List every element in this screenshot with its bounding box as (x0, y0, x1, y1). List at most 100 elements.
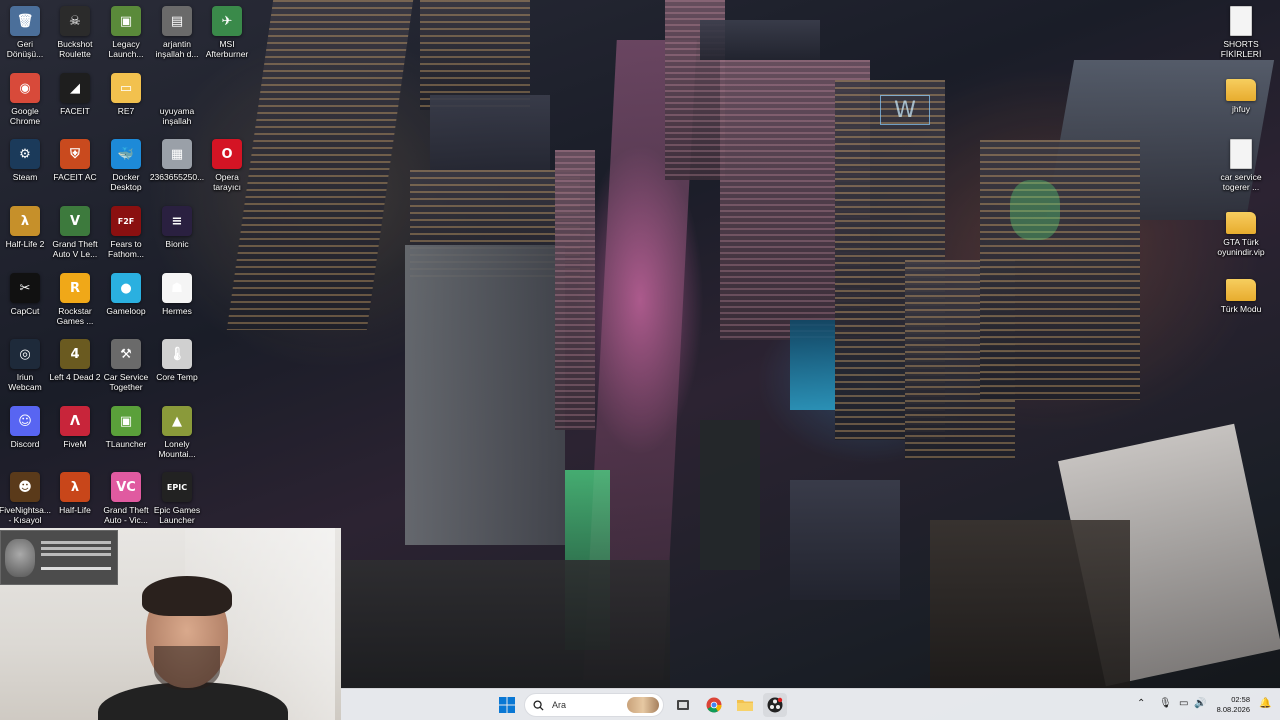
microphone-icon[interactable]: 🎙 (1159, 698, 1172, 709)
desktop-icon[interactable]: R Rockstar Games ... (47, 273, 103, 326)
buckshot-roulette-icon: ☠ (60, 6, 90, 36)
desktop-icon[interactable]: Türk Modu (1213, 273, 1269, 314)
desktop-icon[interactable]: ☻ FiveNightsa... - Kısayol (0, 472, 53, 525)
desktop-icon[interactable]: V Grand Theft Auto V Le... (47, 206, 103, 259)
search-highlight-image (627, 697, 659, 713)
desktop-icon[interactable]: ▣ Legacy Launch... (98, 6, 154, 59)
car-service-together-icon: ⚒ (111, 339, 141, 369)
faceit-ac-icon: ⛨ (60, 139, 90, 169)
desktop-icon[interactable]: ◎ Iriun Webcam (0, 339, 53, 392)
desktop-icon[interactable]: 🗑 Geri Dönüşü... (0, 6, 53, 59)
desktop-icon-label: Bionic (165, 239, 189, 249)
desktop-icon[interactable]: ☗ Hermes (149, 273, 205, 316)
bionic-icon: ≡ (162, 206, 192, 236)
desktop-icon-label: MSI Afterburner (205, 39, 249, 59)
network-icon[interactable]: ▭ (1179, 698, 1188, 709)
task-view-button[interactable] (671, 693, 695, 717)
text-file-icon (1230, 6, 1252, 36)
left-4-dead-2-icon: 4 (60, 339, 90, 369)
task-view-icon (677, 700, 689, 710)
desktop-icon[interactable]: Λ FiveM (47, 406, 103, 449)
desktop-icon-label: 2363655250... (149, 172, 205, 182)
desktop-icon[interactable]: ⚙ Steam (0, 139, 53, 182)
desktop-icon[interactable]: λ Half-Life 2 (0, 206, 53, 249)
volume-icon[interactable]: 🔊 (1194, 698, 1206, 709)
desktop-icon-label: TLauncher (105, 439, 147, 449)
taskbar-obs[interactable] (763, 693, 787, 717)
desktop-icon[interactable]: ▤ arjantin inşallah d... (149, 6, 205, 59)
desktop-icon[interactable]: 🌡 Core Temp (149, 339, 205, 382)
fivem-icon: Λ (60, 406, 90, 436)
desktop-icon[interactable]: ▲ Lonely Mountai... (149, 406, 205, 459)
desktop-icon-label: Legacy Launch... (108, 39, 144, 59)
search-icon (533, 699, 544, 711)
desktop-icon[interactable]: SHORTS FİKİRLERİ (1213, 6, 1269, 59)
desktop-icon-label: FiveM (63, 439, 87, 449)
desktop-icon-label: jhfuy (1232, 104, 1250, 114)
desktop-icon[interactable]: 4 Left 4 Dead 2 (47, 339, 103, 382)
desktop-icon-label: Discord (10, 439, 40, 449)
desktop-icon[interactable]: uyuyama inşallah (149, 73, 205, 126)
desktop-icon[interactable]: EPIC Epic Games Launcher (149, 472, 205, 525)
five-nights-icon: ☻ (10, 472, 40, 502)
desktop-icon[interactable]: ▭ RE7 (98, 73, 154, 116)
desktop-icon[interactable]: jhfuy (1213, 73, 1269, 114)
document-thumbnail-icon: ▤ (162, 6, 192, 36)
steam-icon: ⚙ (10, 139, 40, 169)
desktop-icon-label: Core Temp (156, 372, 198, 382)
desktop-icon[interactable]: O Opera tarayıcı (199, 139, 255, 192)
desktop-icon-label: Hermes (162, 306, 192, 316)
desktop-icon[interactable]: ☠ Buckshot Roulette (47, 6, 103, 59)
chevron-up-icon[interactable]: ⌃ (1137, 698, 1145, 709)
taskbar-search[interactable]: Ara (524, 693, 664, 717)
desktop-icon[interactable]: λ Half-Life (47, 472, 103, 515)
image-file-icon: ▦ (162, 139, 192, 169)
desktop-icon-label: Docker Desktop (110, 172, 142, 192)
desktop-icon-label: Half-Life 2 (5, 239, 45, 249)
desktop-icon-label: Buckshot Roulette (57, 39, 93, 59)
desktop-icon[interactable]: ⛨ FACEIT AC (47, 139, 103, 182)
capcut-icon: ✂ (10, 273, 40, 303)
desktop-icon-label: Epic Games Launcher (153, 505, 201, 525)
streamer-person (98, 576, 288, 720)
desktop-icon-label: Google Chrome (9, 106, 41, 126)
desktop-icon[interactable]: ◢ FACEIT (47, 73, 103, 116)
taskbar-file-explorer[interactable] (733, 693, 757, 717)
desktop-icon-label: Türk Modu (1220, 304, 1262, 314)
desktop-icon[interactable]: ≡ Bionic (149, 206, 205, 249)
desktop-icon[interactable]: GTA Türk oyunindir.vip (1213, 206, 1269, 257)
desktop-icon-label: Rockstar Games ... (56, 306, 94, 326)
desktop-icon[interactable]: F2F Fears to Fathom... (98, 206, 154, 259)
desktop-icon-label: FiveNightsa... - Kısayol (0, 505, 51, 525)
opera-icon: O (212, 139, 242, 169)
desktop-icon[interactable]: ▦ 2363655250... (149, 139, 205, 182)
desktop-icon-label: FACEIT AC (53, 172, 97, 182)
desktop-icon-label: RE7 (117, 106, 135, 116)
desktop-icon-label: car service togerer ... (1220, 172, 1262, 192)
desktop-icon[interactable]: ▣ TLauncher (98, 406, 154, 449)
webcam-overlay (0, 528, 341, 720)
rockstar-icon: R (60, 273, 90, 303)
notification-bell-icon[interactable]: 🔔 (1259, 698, 1271, 709)
start-button[interactable] (495, 693, 519, 717)
msi-afterburner-icon: ✈ (212, 6, 242, 36)
desktop-icon[interactable]: ⚒ Car Service Together (98, 339, 154, 392)
desktop-icon-label: Grand Theft Auto V Le... (52, 239, 98, 259)
wall-poster (0, 530, 118, 585)
desktop-icon-label: arjantin inşallah d... (155, 39, 199, 59)
system-clock[interactable]: 02:58 8.08.2026 (1217, 695, 1250, 715)
desktop-icon[interactable]: ✂ CapCut (0, 273, 53, 316)
tlauncher-icon: ▣ (111, 406, 141, 436)
desktop-icon-label: CapCut (10, 306, 40, 316)
desktop-icon[interactable]: ● Gameloop (98, 273, 154, 316)
taskbar-chrome[interactable] (702, 693, 726, 717)
desktop-icon[interactable]: VC Grand Theft Auto - Vic... (98, 472, 154, 525)
desktop-icon[interactable]: ◉ Google Chrome (0, 73, 53, 126)
desktop-icon[interactable]: ✈ MSI Afterburner (199, 6, 255, 59)
desktop-icon-label: Grand Theft Auto - Vic... (103, 505, 149, 525)
windows-logo-icon (499, 697, 515, 713)
desktop-icon[interactable]: car service togerer ... (1213, 139, 1269, 192)
desktop-icon[interactable]: ☺ Discord (0, 406, 53, 449)
desktop-icon-label: Steam (12, 172, 38, 182)
desktop-icon[interactable]: 🐳 Docker Desktop (98, 139, 154, 192)
